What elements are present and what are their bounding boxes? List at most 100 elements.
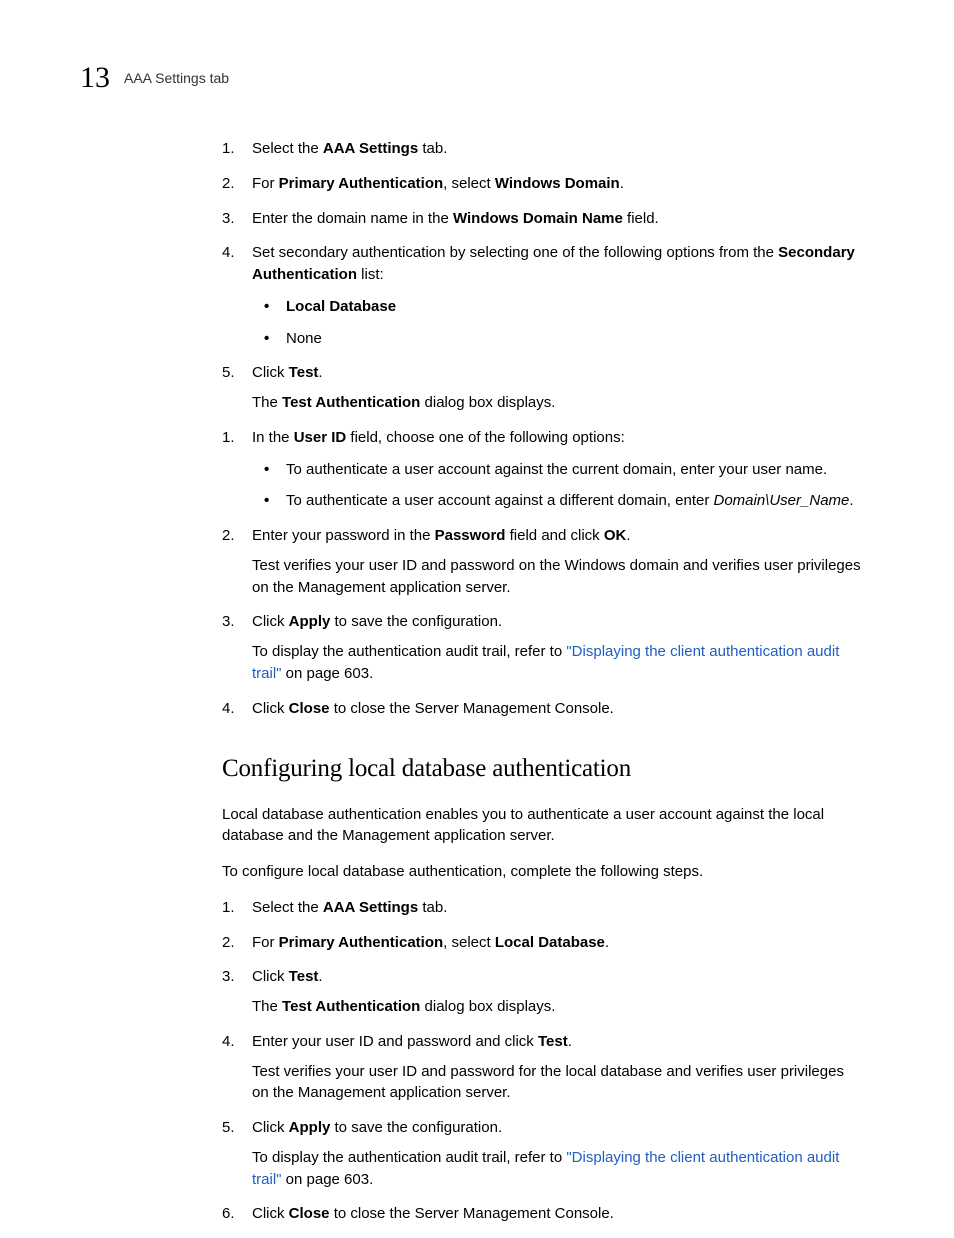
step: 5. Click Apply to save the configuration… — [222, 1117, 864, 1190]
bold-text: Primary Authentication — [279, 934, 443, 951]
text: Enter your user ID and password and clic… — [252, 1033, 538, 1050]
step: 1. Select the AAA Settings tab. — [222, 897, 864, 919]
text: to save the configuration. — [330, 613, 502, 630]
bullet-item: To authenticate a user account against a… — [252, 490, 864, 512]
text: None — [286, 330, 322, 347]
bold-text: Windows Domain — [495, 175, 620, 192]
text: tab. — [418, 140, 447, 157]
italic-text: Domain\User_Name — [714, 492, 850, 509]
text: . — [849, 492, 853, 509]
bold-text: OK — [604, 527, 627, 544]
text: Select the — [252, 899, 323, 916]
bold-text: Close — [289, 1205, 330, 1222]
step-number: 2. — [222, 525, 235, 547]
text: Click — [252, 968, 289, 985]
text: field, choose one of the following optio… — [346, 429, 625, 446]
bold-text: Test — [538, 1033, 568, 1050]
text: Enter your password in the — [252, 527, 435, 544]
step: 1. Select the AAA Settings tab. — [222, 138, 864, 160]
text: . — [626, 527, 630, 544]
bullet-item: Local Database — [252, 296, 864, 318]
text: , select — [443, 934, 495, 951]
text: The — [252, 998, 282, 1015]
text: . — [605, 934, 609, 951]
bold-text: Primary Authentication — [279, 175, 443, 192]
step: 3. Click Apply to save the configuration… — [222, 611, 864, 684]
bold-text: Apply — [289, 1119, 331, 1136]
text: Click — [252, 1205, 289, 1222]
step: 6. Click Close to close the Server Manag… — [222, 1203, 864, 1225]
text: To authenticate a user account against t… — [286, 461, 827, 478]
bold-text: Local Database — [286, 298, 396, 315]
bold-text: Windows Domain Name — [453, 210, 623, 227]
bold-text: Test Authentication — [282, 998, 420, 1015]
text: . — [318, 364, 322, 381]
step-result: To display the authentication audit trai… — [252, 641, 864, 685]
step-result: To display the authentication audit trai… — [252, 1147, 864, 1191]
text: For — [252, 175, 279, 192]
bullet-item: None — [252, 328, 864, 350]
bold-text: Password — [435, 527, 506, 544]
text: to close the Server Management Console. — [330, 1205, 614, 1222]
text: Set secondary authentication by selectin… — [252, 244, 778, 261]
bullet-item: To authenticate a user account against t… — [252, 459, 864, 481]
page-content: 1. Select the AAA Settings tab. 2. For P… — [222, 138, 864, 1238]
step-number: 2. — [222, 932, 235, 954]
paragraph: To configure local database authenticati… — [222, 861, 864, 883]
bold-text: User ID — [294, 429, 347, 446]
bold-text: Close — [289, 700, 330, 717]
bold-text: AAA Settings — [323, 899, 418, 916]
step: 2. For Primary Authentication, select Wi… — [222, 173, 864, 195]
step-number: 4. — [222, 1031, 235, 1053]
step: 4. Click Close to close the Server Manag… — [222, 698, 864, 720]
step: 3. Click Test. The Test Authentication d… — [222, 966, 864, 1018]
text: on page 603. — [282, 665, 374, 682]
step-number: 4. — [222, 698, 235, 720]
text: Click — [252, 364, 289, 381]
paragraph: Local database authentication enables yo… — [222, 804, 864, 848]
bold-text: Test — [289, 364, 319, 381]
step-number: 2. — [222, 173, 235, 195]
bold-text: AAA Settings — [323, 140, 418, 157]
bold-text: Test Authentication — [282, 394, 420, 411]
text: tab. — [418, 899, 447, 916]
chapter-number: 13 — [80, 56, 110, 100]
bold-text: Test — [289, 968, 319, 985]
step-number: 4. — [222, 242, 235, 264]
step-number: 3. — [222, 611, 235, 633]
text: . — [620, 175, 624, 192]
bold-text: Apply — [289, 613, 331, 630]
step: 4. Set secondary authentication by selec… — [222, 242, 864, 349]
text: list: — [357, 266, 384, 283]
step-number: 1. — [222, 138, 235, 160]
text: . — [318, 968, 322, 985]
bold-text: Local Database — [495, 934, 605, 951]
step: 4. Enter your user ID and password and c… — [222, 1031, 864, 1104]
step: 2. Enter your password in the Password f… — [222, 525, 864, 598]
text: Enter the domain name in the — [252, 210, 453, 227]
procedure-list-b: 1. In the User ID field, choose one of t… — [222, 427, 864, 720]
text: In the — [252, 429, 294, 446]
step-result: Test verifies your user ID and password … — [252, 555, 864, 599]
step-number: 6. — [222, 1203, 235, 1225]
step-number: 3. — [222, 208, 235, 230]
step-number: 1. — [222, 427, 235, 449]
procedure-list-a: 1. Select the AAA Settings tab. 2. For P… — [222, 138, 864, 414]
step: 1. In the User ID field, choose one of t… — [222, 427, 864, 512]
text: Click — [252, 700, 289, 717]
bullet-list: Local Database None — [252, 296, 864, 350]
text: Click — [252, 613, 289, 630]
step-result: The Test Authentication dialog box displ… — [252, 392, 864, 414]
step-result: The Test Authentication dialog box displ… — [252, 996, 864, 1018]
bullet-list: To authenticate a user account against t… — [252, 459, 864, 513]
text: . — [568, 1033, 572, 1050]
text: field and click — [505, 527, 603, 544]
text: To display the authentication audit trai… — [252, 643, 566, 660]
text: field. — [623, 210, 659, 227]
step: 3. Enter the domain name in the Windows … — [222, 208, 864, 230]
text: To display the authentication audit trai… — [252, 1149, 566, 1166]
text: dialog box displays. — [420, 998, 555, 1015]
text: For — [252, 934, 279, 951]
text: To authenticate a user account against a… — [286, 492, 714, 509]
text: to save the configuration. — [330, 1119, 502, 1136]
